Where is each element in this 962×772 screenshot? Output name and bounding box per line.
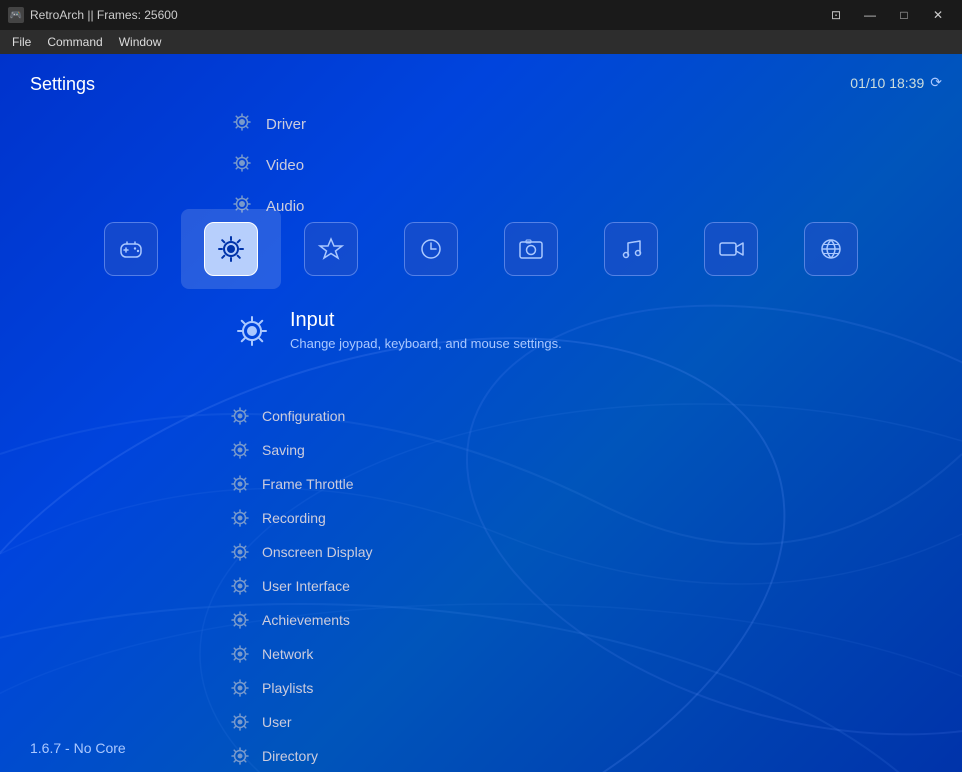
network-item[interactable]: Network [230,637,373,671]
achievements-label: Achievements [262,612,350,628]
close-button[interactable]: ✕ [922,5,954,25]
video-gear-icon [230,153,254,178]
selected-item-display: Input Change joypad, keyboard, and mouse… [230,309,562,353]
selected-item-title: Input [290,309,562,332]
screenshot-icon-box [504,222,558,276]
music-icon-box [604,222,658,276]
user-label: User [262,714,292,730]
configuration-item[interactable]: Configuration [230,399,373,433]
taskbar-button[interactable]: ⊡ [820,5,852,25]
selected-item-icon [230,309,274,353]
window-controls: ⊡ — □ ✕ [820,5,954,25]
recording-label: Recording [262,510,326,526]
version-label: 1.6.7 - No Core [30,740,126,756]
selected-item-text: Input Change joypad, keyboard, and mouse… [290,309,562,351]
driver-label: Driver [266,116,306,133]
configuration-label: Configuration [262,408,345,424]
settings-items-list: Configuration Saving Frame Throttle [230,399,373,772]
playlists-label: Playlists [262,680,313,696]
menu-command[interactable]: Command [39,33,110,51]
main-content: Settings 01/10 18:39 ⟳ Driver [0,54,962,772]
selected-item-description: Change joypad, keyboard, and mouse setti… [290,336,562,351]
settings-label: Settings [30,74,95,95]
frame-throttle-label: Frame Throttle [262,476,354,492]
history-icon-box [404,222,458,276]
directory-item[interactable]: Directory [230,739,373,772]
titlebar: 🎮 RetroArch || Frames: 25600 ⊡ — □ ✕ [0,0,962,30]
saving-item[interactable]: Saving [230,433,373,467]
achievements-item[interactable]: Achievements [230,603,373,637]
favorites-icon-box [304,222,358,276]
user-item[interactable]: User [230,705,373,739]
menu-file[interactable]: File [4,33,39,51]
category-icon-row [0,209,962,289]
driver-item[interactable]: Driver [230,104,306,145]
icon-video[interactable] [681,209,781,289]
recording-item[interactable]: Recording [230,501,373,535]
user-interface-item[interactable]: User Interface [230,569,373,603]
netplay-icon-box [804,222,858,276]
onscreen-display-item[interactable]: Onscreen Display [230,535,373,569]
icon-settings[interactable] [181,209,281,289]
video-label: Video [266,157,304,174]
maximize-button[interactable]: □ [888,5,920,25]
icon-screenshot[interactable] [481,209,581,289]
gamepad-icon-box [104,222,158,276]
user-interface-label: User Interface [262,578,350,594]
settings-icon-box [204,222,258,276]
onscreen-display-label: Onscreen Display [262,544,373,560]
video-icon-box [704,222,758,276]
driver-gear-icon [230,112,254,137]
sync-icon: ⟳ [930,74,942,91]
icon-favorites[interactable] [281,209,381,289]
datetime-text: 01/10 18:39 [850,75,924,91]
icon-netplay[interactable] [781,209,881,289]
minimize-button[interactable]: — [854,5,886,25]
directory-label: Directory [262,748,318,764]
app-icon: 🎮 [8,7,24,23]
window-title: RetroArch || Frames: 25600 [30,8,820,22]
icon-music[interactable] [581,209,681,289]
datetime-display: 01/10 18:39 ⟳ [850,74,942,91]
icon-gamepad[interactable] [81,209,181,289]
menu-window[interactable]: Window [111,33,170,51]
video-item[interactable]: Video [230,145,306,186]
icon-history[interactable] [381,209,481,289]
playlists-item[interactable]: Playlists [230,671,373,705]
menubar: File Command Window [0,30,962,54]
network-label: Network [262,646,313,662]
frame-throttle-item[interactable]: Frame Throttle [230,467,373,501]
saving-label: Saving [262,442,305,458]
